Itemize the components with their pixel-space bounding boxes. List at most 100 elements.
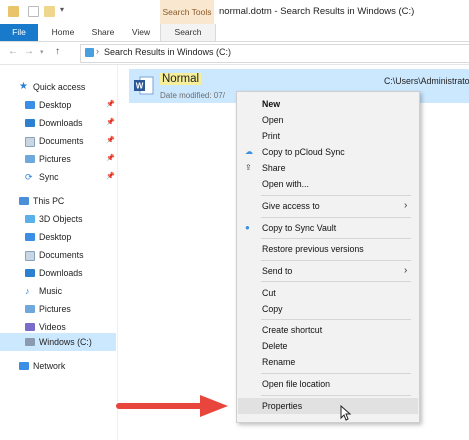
share-icon: ⇪	[245, 163, 252, 172]
menu-separator	[261, 395, 411, 396]
desktop-icon	[25, 101, 35, 109]
nav-item-documents-quick[interactable]: Documents 📌	[0, 132, 116, 150]
drive-icon	[25, 338, 35, 346]
menu-label: Print	[262, 131, 281, 141]
back-arrow-icon[interactable]: ←	[8, 46, 18, 57]
menu-item-give-access[interactable]: Give access to ›	[238, 198, 418, 214]
nav-label: Windows (C:)	[39, 337, 92, 347]
menu-item-copy-to-sync-vault[interactable]: ● Copy to Sync Vault	[238, 220, 418, 236]
menu-item-open[interactable]: Open	[238, 112, 418, 128]
chevron-right-icon: ›	[404, 265, 408, 276]
tab-home[interactable]: Home	[46, 24, 80, 41]
menu-item-send-to[interactable]: Send to ›	[238, 263, 418, 279]
svg-text:W: W	[136, 82, 144, 91]
search-tools-label: Search Tools	[160, 0, 214, 24]
tab-search[interactable]: Search	[160, 24, 216, 41]
menu-label: Share	[262, 163, 286, 173]
navigation-pane: ★ Quick access Desktop 📌 Downloads 📌 Doc…	[0, 65, 116, 440]
menu-label: New	[262, 99, 281, 109]
nav-label: Music	[39, 286, 62, 296]
menu-label: Open	[262, 115, 284, 125]
pcloud-icon: ☁	[245, 147, 253, 156]
nav-item-downloads-quick[interactable]: Downloads 📌	[0, 114, 116, 132]
nav-item-music[interactable]: ♪ Music	[0, 282, 116, 300]
nav-label: Pictures	[39, 154, 71, 164]
menu-separator	[261, 319, 411, 320]
customize-toolbar-icon[interactable]: ▾	[60, 5, 64, 14]
nav-label: Documents	[39, 250, 84, 260]
menu-separator	[261, 373, 411, 374]
nav-quick-access[interactable]: ★ Quick access	[0, 78, 116, 96]
nav-label: Quick access	[33, 82, 86, 92]
nav-item-desktop[interactable]: Desktop	[0, 228, 116, 246]
network-icon	[19, 362, 29, 370]
menu-item-cut[interactable]: Cut	[238, 285, 418, 301]
nav-item-documents[interactable]: Documents	[0, 246, 116, 264]
pictures-icon	[25, 155, 35, 163]
documents-icon	[25, 251, 35, 261]
documents-icon	[25, 137, 35, 147]
menu-item-print[interactable]: Print	[238, 128, 418, 144]
new-folder-icon[interactable]	[44, 6, 55, 17]
menu-item-share[interactable]: ⇪ Share	[238, 160, 418, 176]
menu-label: Delete	[262, 341, 288, 351]
menu-item-copy[interactable]: Copy	[238, 301, 418, 317]
nav-item-windows-c[interactable]: Windows (C:)	[0, 333, 116, 351]
nav-this-pc[interactable]: This PC	[0, 192, 116, 210]
pin-icon: 📌	[106, 155, 115, 162]
menu-item-delete[interactable]: Delete	[238, 338, 418, 354]
menu-label: Send to	[262, 266, 293, 276]
desktop-icon	[25, 233, 35, 241]
menu-separator	[261, 260, 411, 261]
pane-divider[interactable]	[117, 65, 118, 440]
nav-item-downloads[interactable]: Downloads	[0, 264, 116, 282]
nav-item-3d-objects[interactable]: 3D Objects	[0, 210, 116, 228]
3d-objects-icon	[25, 215, 35, 223]
menu-label: Copy to pCloud Sync	[262, 147, 345, 157]
properties-icon[interactable]	[28, 6, 39, 17]
pin-icon: 📌	[106, 137, 115, 144]
up-arrow-icon[interactable]: ↑	[55, 46, 60, 57]
nav-label: Pictures	[39, 304, 71, 314]
menu-separator	[261, 238, 411, 239]
nav-network[interactable]: Network	[0, 357, 116, 375]
menu-item-open-with[interactable]: Open with...	[238, 176, 418, 192]
annotation-arrow-icon	[116, 395, 228, 417]
menu-item-open-file-location[interactable]: Open file location	[238, 376, 418, 392]
menu-label: Create shortcut	[262, 325, 323, 335]
chevron-right-icon: ›	[404, 200, 408, 211]
menu-item-properties[interactable]: Properties	[238, 398, 418, 414]
menu-label: Copy to Sync Vault	[262, 223, 337, 233]
recent-locations-icon[interactable]: ▾	[40, 48, 44, 56]
downloads-icon	[25, 119, 35, 127]
nav-item-sync[interactable]: ⟳ Sync 📌	[0, 168, 116, 186]
menu-separator	[261, 281, 411, 282]
nav-item-desktop-quick[interactable]: Desktop 📌	[0, 96, 116, 114]
menu-separator	[261, 217, 411, 218]
pictures-icon	[25, 305, 35, 313]
tab-share[interactable]: Share	[86, 24, 120, 41]
menu-label: Cut	[262, 288, 276, 298]
nav-label: Downloads	[39, 268, 83, 278]
menu-item-new[interactable]: New	[238, 96, 418, 112]
forward-arrow-icon[interactable]: →	[24, 46, 34, 57]
window-title: normal.dotm - Search Results in Windows …	[219, 6, 415, 17]
menu-label: Open with...	[262, 179, 309, 189]
menu-item-copy-to-pcloud[interactable]: ☁ Copy to pCloud Sync	[238, 144, 418, 160]
word-document-icon: W	[134, 76, 154, 95]
menu-item-restore-versions[interactable]: Restore previous versions	[238, 241, 418, 257]
breadcrumb-chevron-icon[interactable]: ›	[96, 46, 99, 56]
menu-label: Rename	[262, 357, 296, 367]
tab-view[interactable]: View	[126, 24, 156, 41]
menu-label: Properties	[262, 401, 303, 411]
videos-icon	[25, 323, 35, 331]
menu-label: Give access to	[262, 201, 320, 211]
nav-label: 3D Objects	[39, 214, 83, 224]
tab-file[interactable]: File	[0, 24, 38, 41]
sync-icon: ⟳	[25, 172, 33, 182]
menu-item-rename[interactable]: Rename	[238, 354, 418, 370]
folder-icon[interactable]	[8, 6, 19, 17]
menu-item-create-shortcut[interactable]: Create shortcut	[238, 322, 418, 338]
nav-item-pictures[interactable]: Pictures	[0, 300, 116, 318]
nav-item-pictures-quick[interactable]: Pictures 📌	[0, 150, 116, 168]
